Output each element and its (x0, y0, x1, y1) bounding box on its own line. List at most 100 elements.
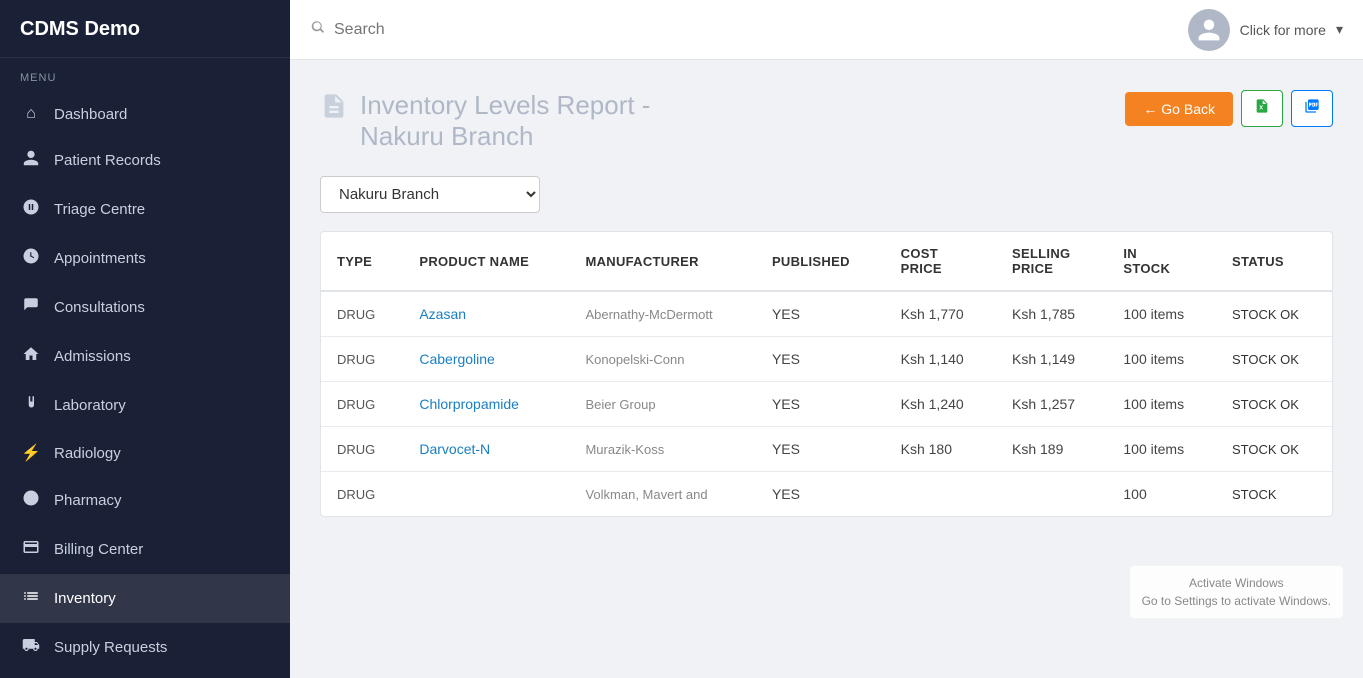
col-in-stock: INSTOCK (1107, 232, 1216, 291)
cell-selling-price: Ksh 1,785 (996, 291, 1107, 337)
table-row: DRUG Volkman, Mavert and YES 100 STOCK (321, 472, 1332, 517)
cell-manufacturer: Konopelski-Conn (569, 337, 755, 382)
search-input[interactable] (334, 21, 534, 39)
sidebar-item-billing-center[interactable]: Billing Center (0, 525, 290, 574)
sidebar-item-label: Billing Center (54, 541, 143, 558)
app-title: CDMS Demo (0, 0, 290, 58)
table-row: DRUG Cabergoline Konopelski-Conn YES Ksh… (321, 337, 1332, 382)
col-published: PUBLISHED (756, 232, 885, 291)
branch-selector[interactable]: Nakuru Branch Nairobi Branch Mombasa Bra… (320, 176, 540, 213)
cell-published: YES (756, 291, 885, 337)
cell-product-name (403, 472, 569, 517)
cell-cost-price: Ksh 180 (885, 427, 996, 472)
click-for-more-label[interactable]: Click for more (1240, 22, 1326, 38)
cell-cost-price (885, 472, 996, 517)
sidebar-item-triage-centre[interactable]: Triage Centre (0, 185, 290, 234)
excel-export-button[interactable] (1241, 90, 1283, 127)
sidebar-item-inventory[interactable]: Inventory (0, 574, 290, 623)
sidebar-item-patient-records[interactable]: Patient Records (0, 136, 290, 185)
cell-published: YES (756, 472, 885, 517)
col-product-name: PRODUCT NAME (403, 232, 569, 291)
pdf-export-button[interactable] (1291, 90, 1333, 127)
sidebar-item-label: Patient Records (54, 152, 161, 169)
cell-cost-price: Ksh 1,140 (885, 337, 996, 382)
page-title-icon (320, 92, 348, 127)
inventory-table: TYPE PRODUCT NAME MANUFACTURER PUBLISHED… (321, 232, 1332, 516)
dashboard-icon: ⌂ (20, 105, 42, 123)
col-cost-price: COSTPRICE (885, 232, 996, 291)
inventory-icon (20, 587, 42, 610)
cell-manufacturer: Abernathy-McDermott (569, 291, 755, 337)
cell-selling-price (996, 472, 1107, 517)
header-actions: ← Go Back (1125, 90, 1333, 127)
sidebar-item-label: Consultations (54, 299, 145, 316)
cell-cost-price: Ksh 1,770 (885, 291, 996, 337)
cell-product-name: Darvocet-N (403, 427, 569, 472)
topbar: Click for more ▾ (290, 0, 1363, 60)
page-title: Inventory Levels Report - Nakuru Branch (360, 90, 650, 152)
col-manufacturer: MANUFACTURER (569, 232, 755, 291)
cell-status: STOCK OK (1216, 382, 1332, 427)
cell-status: STOCK (1216, 472, 1332, 517)
table-row: DRUG Azasan Abernathy-McDermott YES Ksh … (321, 291, 1332, 337)
sidebar-item-label: Admissions (54, 348, 131, 365)
sidebar-item-laboratory[interactable]: Laboratory (0, 381, 290, 430)
billing-icon (20, 538, 42, 561)
table-body: DRUG Azasan Abernathy-McDermott YES Ksh … (321, 291, 1332, 516)
cell-status: STOCK OK (1216, 291, 1332, 337)
page-header: Inventory Levels Report - Nakuru Branch … (320, 90, 1333, 152)
cell-type: DRUG (321, 291, 403, 337)
sidebar-item-label: Laboratory (54, 397, 126, 414)
table-header-row: TYPE PRODUCT NAME MANUFACTURER PUBLISHED… (321, 232, 1332, 291)
cell-selling-price: Ksh 189 (996, 427, 1107, 472)
main-panel: Click for more ▾ Inventory Levels Report… (290, 0, 1363, 678)
col-type: TYPE (321, 232, 403, 291)
user-avatar[interactable] (1188, 9, 1230, 51)
cell-manufacturer: Beier Group (569, 382, 755, 427)
cell-product-name: Azasan (403, 291, 569, 337)
cell-type: DRUG (321, 382, 403, 427)
cell-type: DRUG (321, 472, 403, 517)
cell-in-stock: 100 items (1107, 291, 1216, 337)
cell-type: DRUG (321, 427, 403, 472)
sidebar-item-pharmacy[interactable]: Pharmacy (0, 476, 290, 525)
supply-requests-icon (20, 636, 42, 659)
pharmacy-icon (20, 489, 42, 512)
sidebar-item-consultations[interactable]: Consultations (0, 283, 290, 332)
sidebar-item-label: Inventory (54, 590, 116, 607)
table-row: DRUG Chlorpropamide Beier Group YES Ksh … (321, 382, 1332, 427)
cell-selling-price: Ksh 1,257 (996, 382, 1107, 427)
inventory-table-container: TYPE PRODUCT NAME MANUFACTURER PUBLISHED… (320, 231, 1333, 517)
cell-in-stock: 100 items (1107, 382, 1216, 427)
sidebar-item-label: Triage Centre (54, 201, 145, 218)
sidebar-item-supply-requests[interactable]: Supply Requests (0, 623, 290, 672)
sidebar-item-dashboard[interactable]: ⌂ Dashboard (0, 92, 290, 136)
sidebar-item-admissions[interactable]: Admissions (0, 332, 290, 381)
chevron-down-icon[interactable]: ▾ (1336, 21, 1343, 38)
cell-cost-price: Ksh 1,240 (885, 382, 996, 427)
cell-in-stock: 100 items (1107, 337, 1216, 382)
sidebar-item-label: Appointments (54, 250, 146, 267)
cell-selling-price: Ksh 1,149 (996, 337, 1107, 382)
search-container (310, 19, 1188, 40)
menu-label: MENU (0, 58, 290, 92)
topbar-right: Click for more ▾ (1188, 9, 1343, 51)
sidebar-item-radiology[interactable]: ⚡ Radiology (0, 430, 290, 476)
search-icon (310, 19, 326, 40)
admissions-icon (20, 345, 42, 368)
content-area: Inventory Levels Report - Nakuru Branch … (290, 60, 1363, 678)
cell-manufacturer: Volkman, Mavert and (569, 472, 755, 517)
go-back-button[interactable]: ← Go Back (1125, 92, 1233, 126)
sidebar-item-label: Dashboard (54, 106, 127, 123)
appointments-icon (20, 247, 42, 270)
cell-type: DRUG (321, 337, 403, 382)
consultations-icon (20, 296, 42, 319)
cell-published: YES (756, 382, 885, 427)
activate-windows-watermark: Activate Windows Go to Settings to activ… (1130, 566, 1343, 618)
sidebar-item-label: Supply Requests (54, 639, 167, 656)
cell-in-stock: 100 items (1107, 427, 1216, 472)
sidebar-item-appointments[interactable]: Appointments (0, 234, 290, 283)
sidebar-item-label: Pharmacy (54, 492, 122, 509)
laboratory-icon (20, 394, 42, 417)
cell-in-stock: 100 (1107, 472, 1216, 517)
